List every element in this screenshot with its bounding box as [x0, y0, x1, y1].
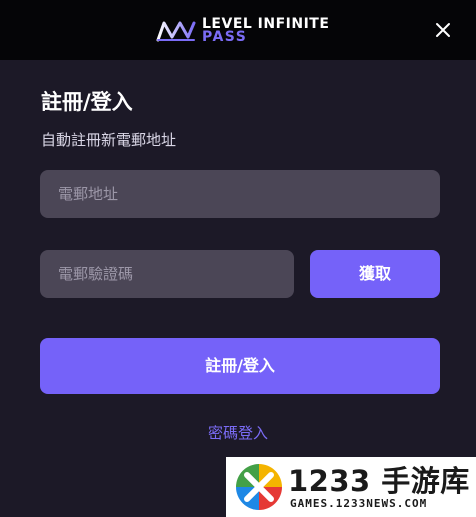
login-dialog: LEVEL INFINITE PASS 註冊/登入 自動註冊新電郵地址 獲取 註… — [0, 0, 476, 517]
watermark-1233: 1233 手游库 GAMES.1233NEWS.COM — [226, 457, 476, 517]
level-infinite-logo-icon — [156, 21, 196, 42]
password-login-link[interactable]: 密碼登入 — [0, 422, 476, 443]
close-icon — [436, 23, 450, 37]
watermark-title: 1233 手游库 — [288, 464, 470, 498]
close-button[interactable] — [429, 16, 457, 44]
verification-code-input[interactable] — [40, 250, 294, 298]
dialog-header: LEVEL INFINITE PASS — [0, 0, 476, 60]
register-login-button[interactable]: 註冊/登入 — [40, 338, 440, 394]
watermark-url: GAMES.1233NEWS.COM — [290, 497, 428, 510]
page-title: 註冊/登入 — [41, 90, 133, 114]
email-input[interactable] — [40, 170, 440, 218]
brand-subname: PASS — [202, 29, 248, 45]
get-code-button[interactable]: 獲取 — [310, 250, 440, 298]
page-subtitle: 自動註冊新電郵地址 — [41, 131, 177, 149]
1233-logo-icon — [236, 464, 282, 510]
level-infinite-pass-logo: LEVEL INFINITE PASS — [155, 16, 330, 46]
